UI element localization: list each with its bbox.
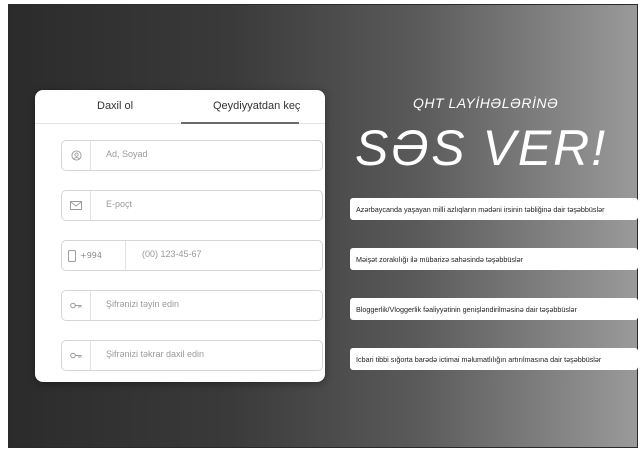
email-field[interactable]: E-poçt	[61, 190, 323, 221]
name-field[interactable]: Ad, Soyad	[61, 140, 323, 171]
initiative-item[interactable]: Azərbaycanda yaşayan milli azlıqların mə…	[350, 198, 638, 220]
registration-card: Daxil ol Qeydiyyatdan keç Ad, Soyad E-po…	[35, 90, 325, 382]
tab-register[interactable]: Qeydiyyatdan keç	[213, 100, 300, 112]
tab-login[interactable]: Daxil ol	[97, 100, 133, 112]
password-field[interactable]: Şifrənizi təyin edin	[61, 290, 323, 321]
phone-placeholder: (00) 123-45-67	[142, 249, 202, 259]
initiative-item[interactable]: Məişət zorakılığı ilə mübarizə sahəsində…	[350, 248, 638, 270]
key-icon	[62, 291, 91, 320]
promo-title: SƏS VER!	[355, 120, 608, 176]
key-icon	[62, 341, 91, 370]
password-repeat-placeholder: Şifrənizi təkrar daxil edin	[106, 349, 205, 359]
user-icon	[62, 141, 91, 170]
initiative-item[interactable]: Bloggerlik/Vloggerlik fəaliyyətinin geni…	[350, 298, 638, 320]
active-tab-indicator	[181, 122, 299, 124]
promo-subtitle: QHT LAYİHƏLƏRİNƏ	[413, 95, 559, 111]
initiative-item[interactable]: İcbari tibbi sığorta barədə ictimai məlu…	[350, 348, 638, 370]
phone-prefix: +994	[80, 251, 102, 260]
email-placeholder: E-poçt	[106, 199, 133, 209]
password-placeholder: Şifrənizi təyin edin	[106, 299, 180, 309]
phone-field[interactable]: +994 (00) 123-45-67	[61, 240, 323, 271]
name-placeholder: Ad, Soyad	[106, 149, 148, 159]
phone-icon: +994	[62, 241, 126, 270]
envelope-icon	[62, 191, 91, 220]
page-background: Daxil ol Qeydiyyatdan keç Ad, Soyad E-po…	[8, 4, 638, 448]
auth-tabs: Daxil ol Qeydiyyatdan keç	[35, 90, 325, 126]
password-repeat-field[interactable]: Şifrənizi təkrar daxil edin	[61, 340, 323, 371]
